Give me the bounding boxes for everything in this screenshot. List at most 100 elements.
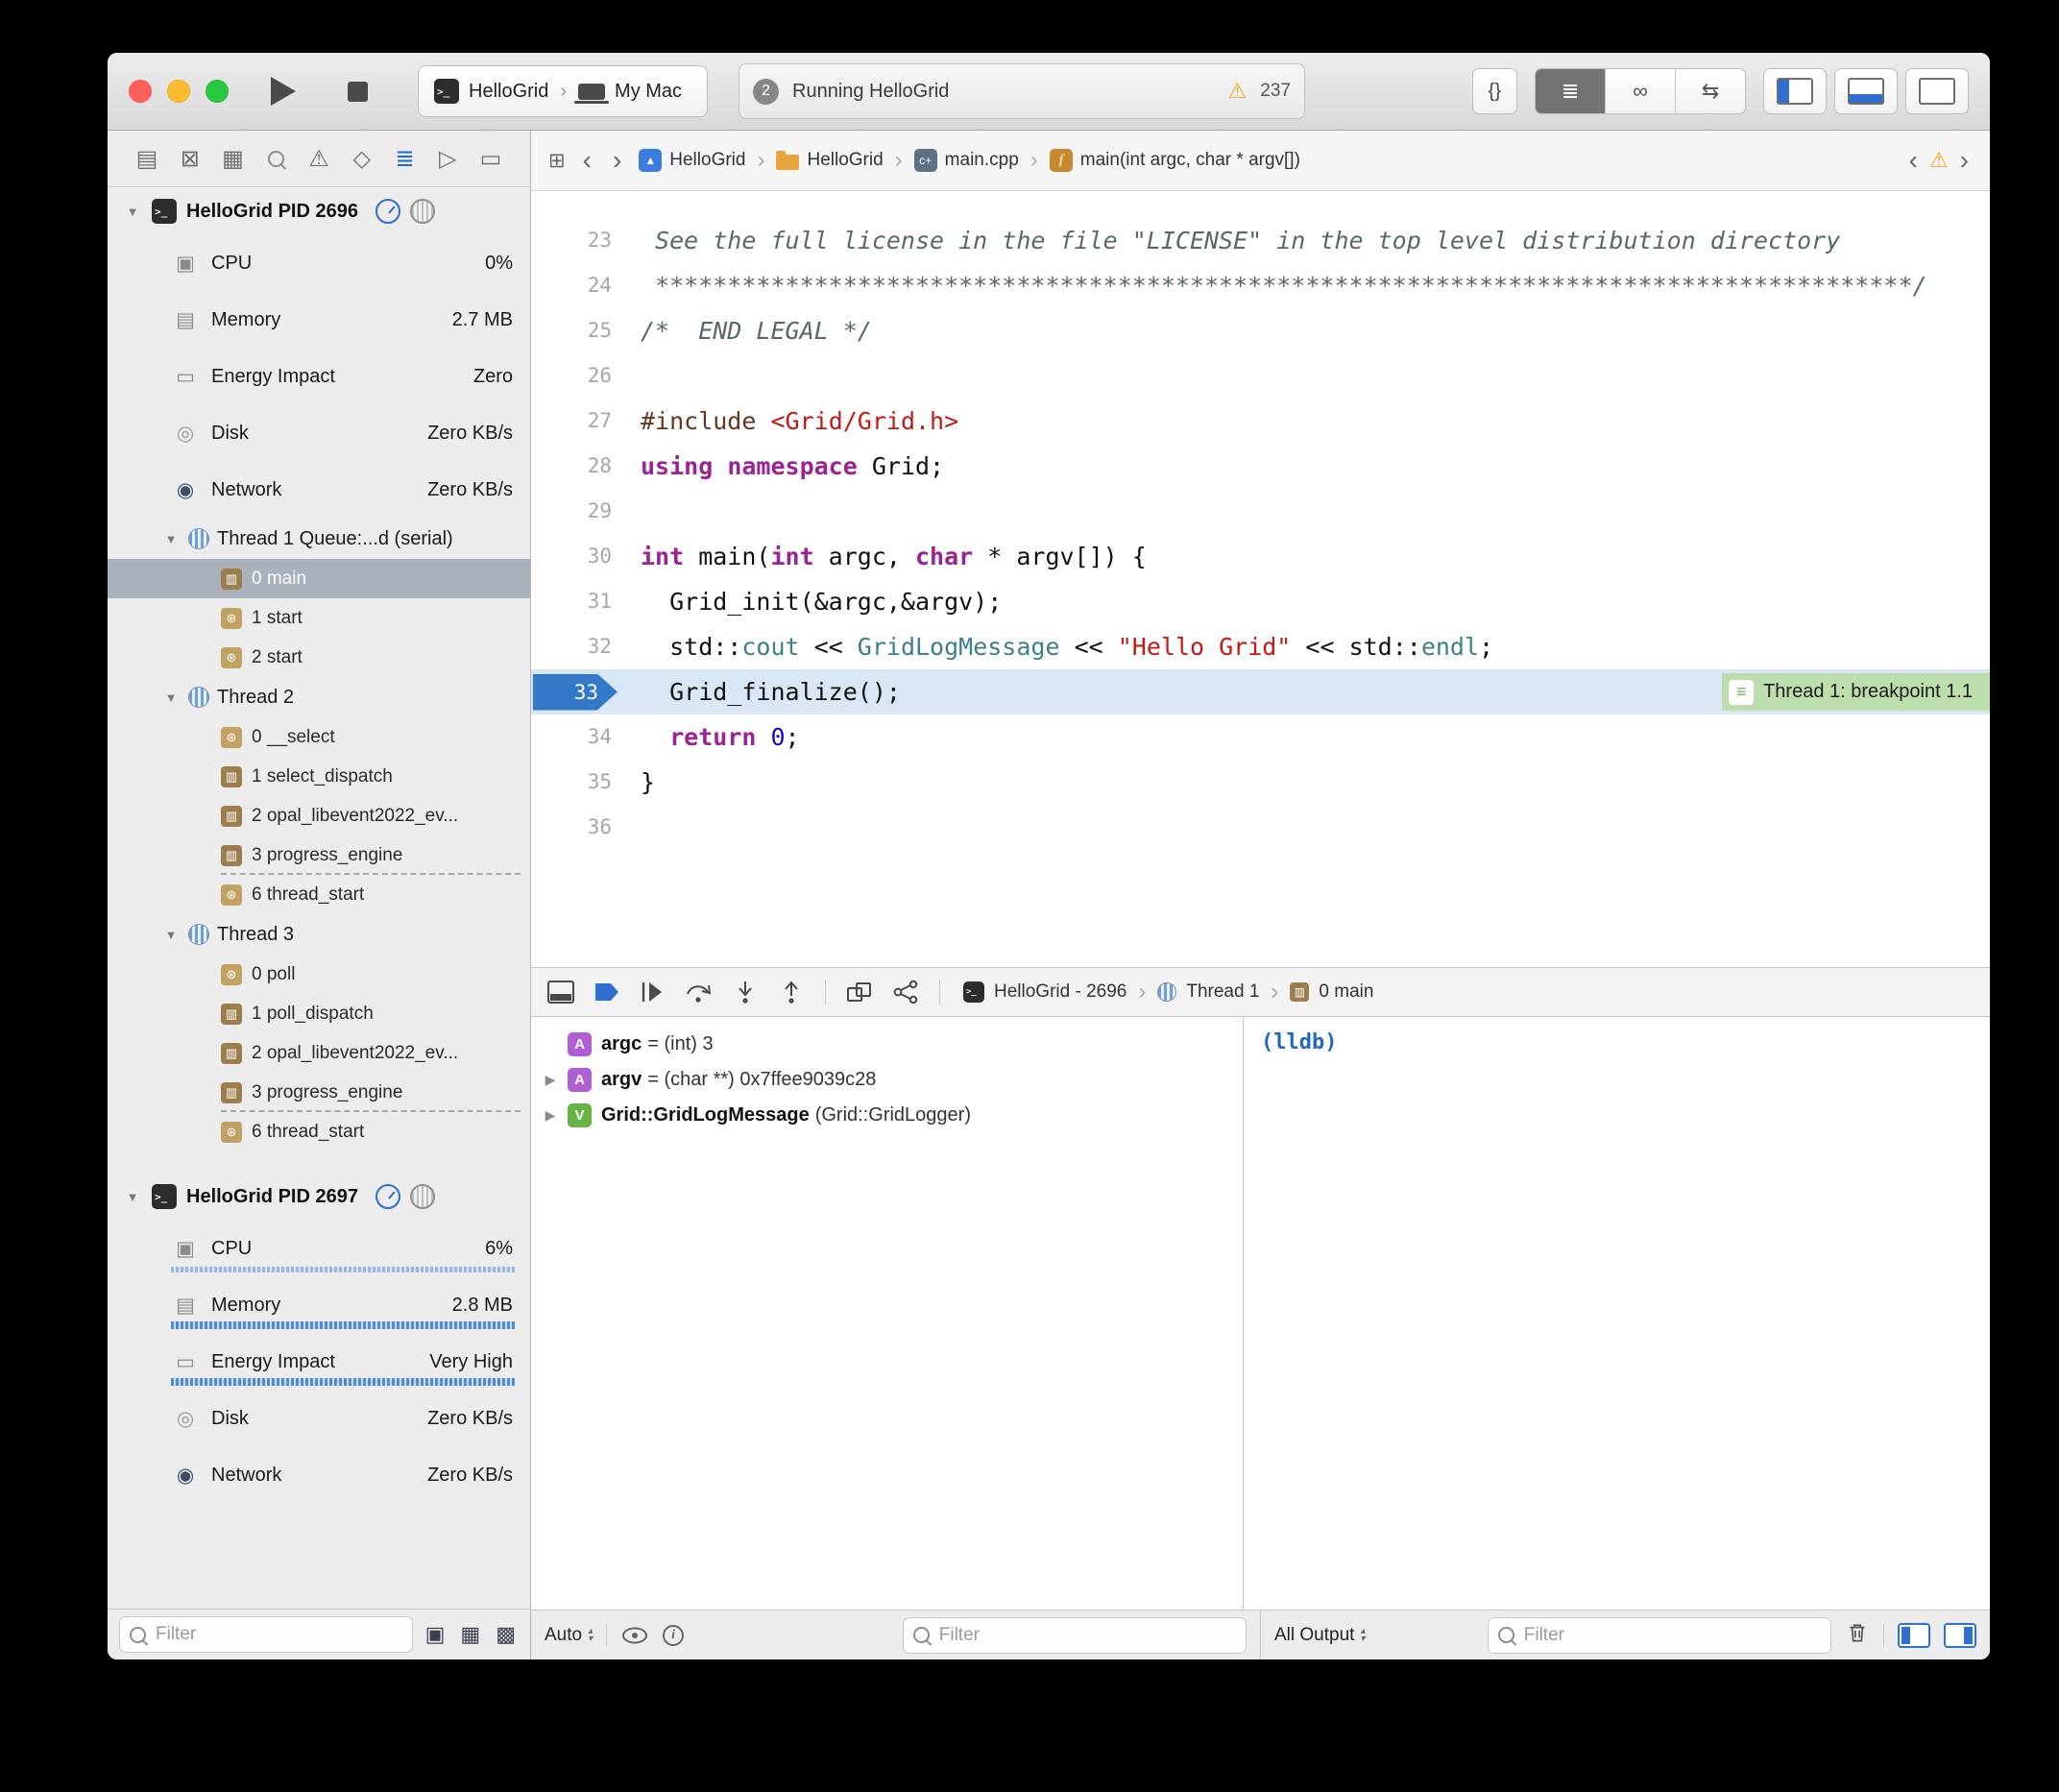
assistant-editor-button[interactable]: ∞	[1606, 69, 1676, 113]
metric-row-network[interactable]: ◉NetworkZero KB/s	[108, 1447, 530, 1504]
line-number[interactable]: 23	[531, 218, 623, 263]
line-number[interactable]: 30	[531, 534, 623, 579]
gutter[interactable]: 36	[531, 805, 623, 850]
variable-scope-selector[interactable]: Auto ▴▾	[545, 1625, 593, 1646]
stack-frame-row[interactable]: ▥2 opal_libevent2022_ev...	[108, 796, 530, 835]
variables-filter-input[interactable]	[937, 1624, 1236, 1647]
metric-row-network[interactable]: ◉NetworkZero KB/s	[108, 462, 530, 519]
flatten-view-icon[interactable]: ▣	[423, 1622, 448, 1647]
step-out-button[interactable]	[775, 978, 808, 1006]
metric-row-memory[interactable]: ▤Memory2.8 MB	[108, 1277, 530, 1334]
related-items-icon[interactable]: ⊞	[548, 149, 566, 173]
disclosure-icon[interactable]: ▼	[123, 1190, 142, 1204]
metric-row-disk[interactable]: ◎DiskZero KB/s	[108, 405, 530, 462]
standard-editor-button[interactable]: ≣	[1536, 69, 1606, 113]
stack-frame-row[interactable]: ▥1 poll_dispatch	[108, 994, 530, 1033]
line-number[interactable]: 34	[531, 714, 623, 760]
line-number[interactable]: 35	[531, 760, 623, 805]
minimize-button[interactable]	[167, 80, 190, 103]
stack-frame-row[interactable]: ▥3 progress_engine	[108, 835, 530, 875]
navigator-tab-source-control[interactable]: ⊠	[176, 145, 205, 173]
breakpoint-annotation[interactable]: ≡Thread 1: breakpoint 1.1	[1722, 673, 1990, 711]
stack-frame-row[interactable]: ⊛6 thread_start	[108, 1112, 530, 1151]
jumpbar-crumb[interactable]: c+main.cpp	[914, 149, 1019, 172]
stack-frame-row[interactable]: ▥0 main	[108, 559, 530, 598]
gutter[interactable]: 35	[531, 760, 623, 805]
thread-row[interactable]: ▼Thread 3	[108, 914, 530, 955]
stop-button[interactable]	[348, 82, 368, 102]
line-number[interactable]: 36	[531, 805, 623, 850]
gutter[interactable]: 23	[531, 218, 623, 263]
forward-button[interactable]: ›	[609, 147, 625, 174]
gutter[interactable]: 26	[531, 353, 623, 399]
console-view-toggle[interactable]	[1944, 1623, 1976, 1648]
line-number[interactable]: 28	[531, 444, 623, 489]
variables-view-toggle[interactable]	[1898, 1623, 1930, 1648]
disclosure-icon[interactable]: ▶	[539, 1072, 562, 1088]
line-number[interactable]: 24	[531, 263, 623, 308]
variable-row[interactable]: Aargc = (int) 3	[531, 1027, 1243, 1062]
quicklook-icon[interactable]	[620, 1626, 649, 1645]
navigator-filter-input[interactable]	[154, 1623, 402, 1646]
navigator-filter-field[interactable]	[119, 1616, 413, 1653]
close-button[interactable]	[129, 80, 152, 103]
stack-frame-row[interactable]: ⊛6 thread_start	[108, 875, 530, 914]
line-number[interactable]: 25	[531, 308, 623, 353]
metric-row-disk[interactable]: ◎DiskZero KB/s	[108, 1391, 530, 1447]
gutter[interactable]: 24	[531, 263, 623, 308]
gutter[interactable]: 29	[531, 489, 623, 534]
variable-row[interactable]: ▶VGrid::GridLogMessage (Grid::GridLogger…	[531, 1098, 1243, 1133]
gutter[interactable]: 32	[531, 624, 623, 669]
debug-crumb-frame[interactable]: 0 main	[1319, 981, 1373, 1003]
metric-row-cpu[interactable]: ▣CPU6%	[108, 1221, 530, 1277]
disclosure-icon[interactable]: ▶	[539, 1107, 562, 1124]
view-hierarchy-button[interactable]	[843, 978, 876, 1006]
navigator-tab-issues[interactable]: ⚠	[304, 145, 333, 173]
line-number[interactable]: 29	[531, 489, 623, 534]
variables-filter-field[interactable]	[903, 1617, 1247, 1654]
version-editor-button[interactable]: ⇆	[1676, 69, 1745, 113]
process-row[interactable]: ▼>_HelloGrid PID 2697	[108, 1173, 530, 1221]
inspector-toggle-button[interactable]	[1905, 68, 1969, 114]
breakpoints-toggle-button[interactable]	[591, 978, 623, 1006]
gutter[interactable]: 25	[531, 308, 623, 353]
stack-frame-row[interactable]: ⊛1 start	[108, 598, 530, 638]
continue-button[interactable]	[637, 978, 669, 1006]
navigator-tab-debug[interactable]: ≣	[391, 145, 420, 173]
back-button[interactable]: ‹	[579, 147, 595, 174]
run-button[interactable]	[271, 77, 296, 106]
hide-debug-area-button[interactable]	[545, 978, 577, 1006]
console-filter-field[interactable]	[1488, 1617, 1831, 1654]
line-number[interactable]: 27	[531, 399, 623, 444]
previous-issue-button[interactable]: ‹	[1905, 147, 1922, 174]
clear-console-button[interactable]	[1845, 1620, 1870, 1650]
console-filter-input[interactable]	[1522, 1624, 1821, 1647]
navigator-tab-project[interactable]: ▤	[133, 145, 161, 173]
line-number[interactable]: 31	[531, 579, 623, 624]
stack-frame-row[interactable]: ▥1 select_dispatch	[108, 757, 530, 796]
navigator-tab-breakpoints[interactable]: ▷	[433, 145, 462, 173]
navigator-tab-symbols[interactable]: ▦	[219, 145, 248, 173]
line-number[interactable]: 26	[531, 353, 623, 399]
breakpoint-indicator[interactable]: 33	[533, 674, 618, 711]
thread-row[interactable]: ▼Thread 2	[108, 677, 530, 717]
gutter[interactable]: 33	[531, 669, 623, 714]
process-row[interactable]: ▼>_HelloGrid PID 2696	[108, 187, 530, 235]
metric-row-memory[interactable]: ▤Memory2.7 MB	[108, 292, 530, 349]
view-mode-icon[interactable]: ▦	[457, 1622, 483, 1647]
thread-row[interactable]: ▼Thread 1 Queue:...d (serial)	[108, 519, 530, 559]
scheme-selector[interactable]: >_ HelloGrid › My Mac	[418, 65, 708, 117]
disclosure-icon[interactable]: ▼	[161, 928, 181, 942]
metric-row-cpu[interactable]: ▣CPU0%	[108, 235, 530, 292]
stack-frame-row[interactable]: ⊛0 poll	[108, 955, 530, 994]
activity-viewer[interactable]: 2 Running HelloGrid ⚠ 237	[739, 63, 1305, 119]
variable-row[interactable]: ▶Aargv = (char **) 0x7ffee9039c28	[531, 1062, 1243, 1098]
jumpbar-crumb[interactable]: ▲HelloGrid	[639, 149, 745, 172]
disclosure-icon[interactable]: ▼	[123, 205, 142, 219]
warning-count[interactable]: 237	[1260, 81, 1291, 102]
stack-frame-row[interactable]: ⊛2 start	[108, 638, 530, 677]
navigator-tab-reports[interactable]: ▭	[476, 145, 505, 173]
navigator-toggle-button[interactable]	[1763, 68, 1827, 114]
metric-row-energy[interactable]: ▭Energy ImpactZero	[108, 349, 530, 405]
stack-frame-row[interactable]: ⊛0 __select	[108, 717, 530, 757]
